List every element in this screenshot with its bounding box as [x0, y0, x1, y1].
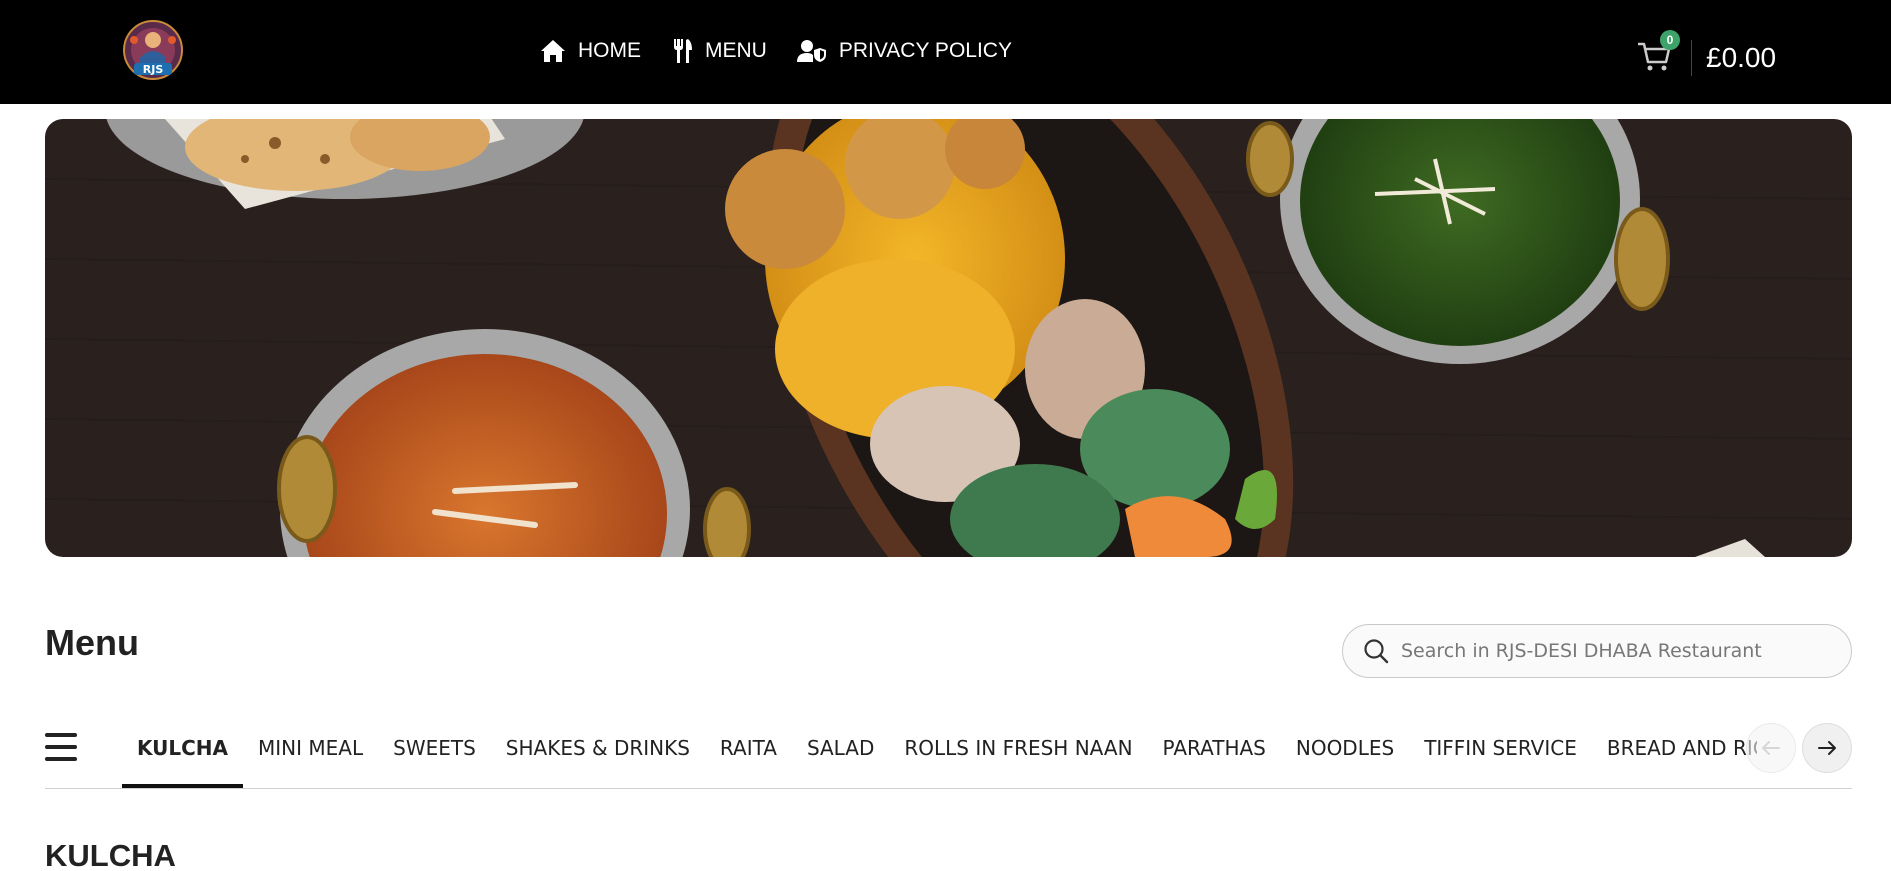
home-icon	[541, 40, 565, 62]
top-navbar: RJS HOME MENU PRIVACY POLICY 0 £0.00	[0, 0, 1891, 104]
category-tabs: KULCHA MINI MEAL SWEETS SHAKES & DRINKS …	[122, 712, 1757, 788]
tab-shakes-drinks[interactable]: SHAKES & DRINKS	[491, 712, 705, 788]
search-icon	[1364, 639, 1389, 664]
tab-rolls-in-fresh-naan[interactable]: ROLLS IN FRESH NAAN	[889, 712, 1147, 788]
tabs-next-button[interactable]	[1802, 723, 1852, 773]
user-shield-icon	[796, 40, 826, 62]
tab-raita[interactable]: RAITA	[705, 712, 792, 788]
main-nav: HOME MENU PRIVACY POLICY	[540, 38, 1042, 64]
tab-salad[interactable]: SALAD	[792, 712, 889, 788]
nav-menu-label: MENU	[705, 39, 767, 62]
arrow-left-icon	[1762, 741, 1780, 755]
nav-home-label: HOME	[578, 39, 641, 62]
tab-tiffin-service[interactable]: TIFFIN SERVICE	[1409, 712, 1592, 788]
nav-privacy-label: PRIVACY POLICY	[838, 39, 1012, 62]
categories-menu-button[interactable]	[45, 733, 77, 761]
tab-parathas[interactable]: PARATHAS	[1148, 712, 1281, 788]
section-title: KULCHA	[45, 838, 176, 871]
cart-total[interactable]: £0.00	[1706, 42, 1776, 74]
nav-privacy-policy[interactable]: PRIVACY POLICY	[796, 39, 1012, 63]
arrow-right-icon	[1818, 741, 1836, 755]
cart-count-badge: 0	[1660, 30, 1680, 50]
cart-divider	[1691, 40, 1692, 76]
tabs-divider	[45, 788, 1852, 789]
logo-text: RJS	[143, 63, 164, 76]
tabs-prev-button[interactable]	[1746, 723, 1796, 773]
tab-mini-meal[interactable]: MINI MEAL	[243, 712, 378, 788]
tab-kulcha[interactable]: KULCHA	[122, 712, 244, 788]
search-input[interactable]	[1401, 640, 1831, 662]
menu-title: Menu	[45, 622, 139, 663]
hamburger-icon	[45, 733, 77, 737]
hero-banner	[45, 119, 1852, 557]
cart-button[interactable]: 0	[1636, 30, 1680, 74]
fork-knife-icon	[674, 39, 692, 63]
menu-search[interactable]	[1342, 624, 1852, 678]
tab-sweets[interactable]: SWEETS	[378, 712, 491, 788]
restaurant-logo[interactable]: RJS	[122, 18, 184, 84]
nav-home[interactable]: HOME	[540, 39, 641, 63]
tab-noodles[interactable]: NOODLES	[1281, 712, 1409, 788]
nav-menu[interactable]: MENU	[671, 38, 767, 64]
tab-bread-and-rice[interactable]: BREAD AND RICE	[1592, 712, 1757, 788]
